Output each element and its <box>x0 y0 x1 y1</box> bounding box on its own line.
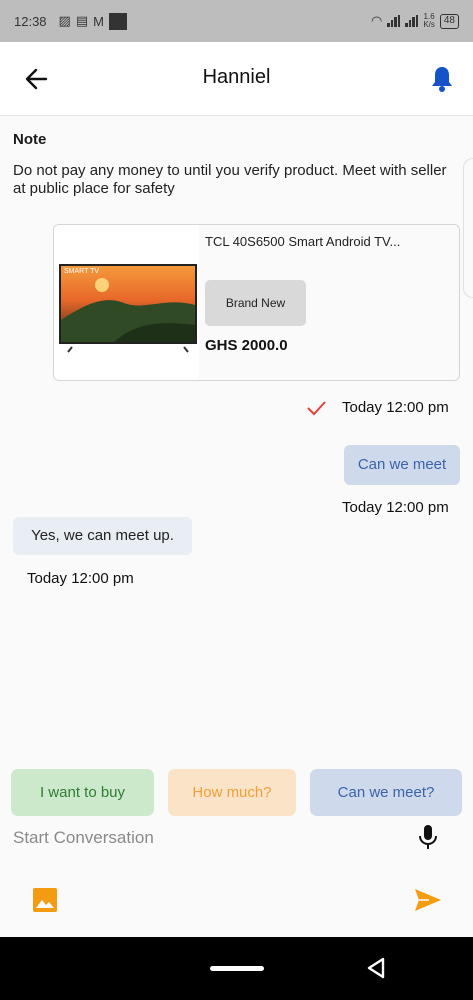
mic-icon <box>419 825 437 849</box>
net-speed-unit: K/s <box>423 20 435 29</box>
quick-reply-how-much[interactable]: How much? <box>168 769 296 816</box>
message-time: Today 12:00 pm <box>27 570 134 587</box>
gallery-notification-icon: ▨ <box>58 13 71 28</box>
tv-brand-text: SMART TV <box>64 268 99 275</box>
status-time: 12:38 <box>14 13 47 29</box>
quick-reply-can-we-meet[interactable]: Can we meet? <box>310 769 462 816</box>
status-bar: 12:38 ▨ ▤ M ◠ 1.6 K/s 48 <box>0 0 473 42</box>
notifications-button[interactable] <box>428 64 456 94</box>
mic-button[interactable] <box>417 823 439 851</box>
send-button[interactable] <box>413 887 443 913</box>
quick-reply-want-to-buy[interactable]: I want to buy <box>11 769 154 816</box>
triangle-back-icon <box>367 957 385 979</box>
bell-icon <box>432 67 452 92</box>
message-time: Today 12:00 pm <box>342 399 449 416</box>
app-bar: Hanniel <box>0 42 473 116</box>
net-speed: 1.6 K/s <box>423 13 435 29</box>
check-icon <box>307 401 326 416</box>
message-notification-icon: ▤ <box>75 13 89 28</box>
send-icon <box>415 889 441 911</box>
gmail-notification-icon: M <box>93 13 104 29</box>
note-label: Note <box>13 131 47 148</box>
system-nav-bar <box>0 937 473 1000</box>
product-price: GHS 2000.0 <box>205 337 288 354</box>
wifi-icon: ◠ <box>370 13 383 28</box>
signal-icon <box>387 15 401 27</box>
home-gesture-bar[interactable] <box>210 966 264 971</box>
outgoing-message-bubble[interactable]: Can we meet <box>344 445 460 485</box>
attach-image-button[interactable] <box>32 887 58 913</box>
product-card[interactable]: SMART TV TCL 40S6500 Smart Android TV...… <box>53 224 460 381</box>
condition-badge: Brand New <box>205 280 306 326</box>
battery-icon: 48 <box>439 13 459 29</box>
message-time: Today 12:00 pm <box>342 499 449 516</box>
message-input[interactable] <box>13 826 403 850</box>
side-panel-edge[interactable] <box>463 158 473 298</box>
system-icons: ◠ 1.6 K/s 48 <box>371 13 459 29</box>
signal-icon-2 <box>405 15 419 27</box>
incoming-message-bubble[interactable]: Yes, we can meet up. <box>13 517 192 555</box>
product-image: SMART TV <box>54 225 199 380</box>
app-notification-icon <box>108 12 127 30</box>
system-back-button[interactable] <box>364 956 388 980</box>
note-text: Do not pay any money to until you verify… <box>13 162 447 197</box>
page-title: Hanniel <box>202 66 271 88</box>
notification-icons: ▨ ▤ M <box>58 12 127 30</box>
image-icon <box>33 888 57 912</box>
product-title: TCL 40S6500 Smart Android TV... <box>205 234 401 249</box>
